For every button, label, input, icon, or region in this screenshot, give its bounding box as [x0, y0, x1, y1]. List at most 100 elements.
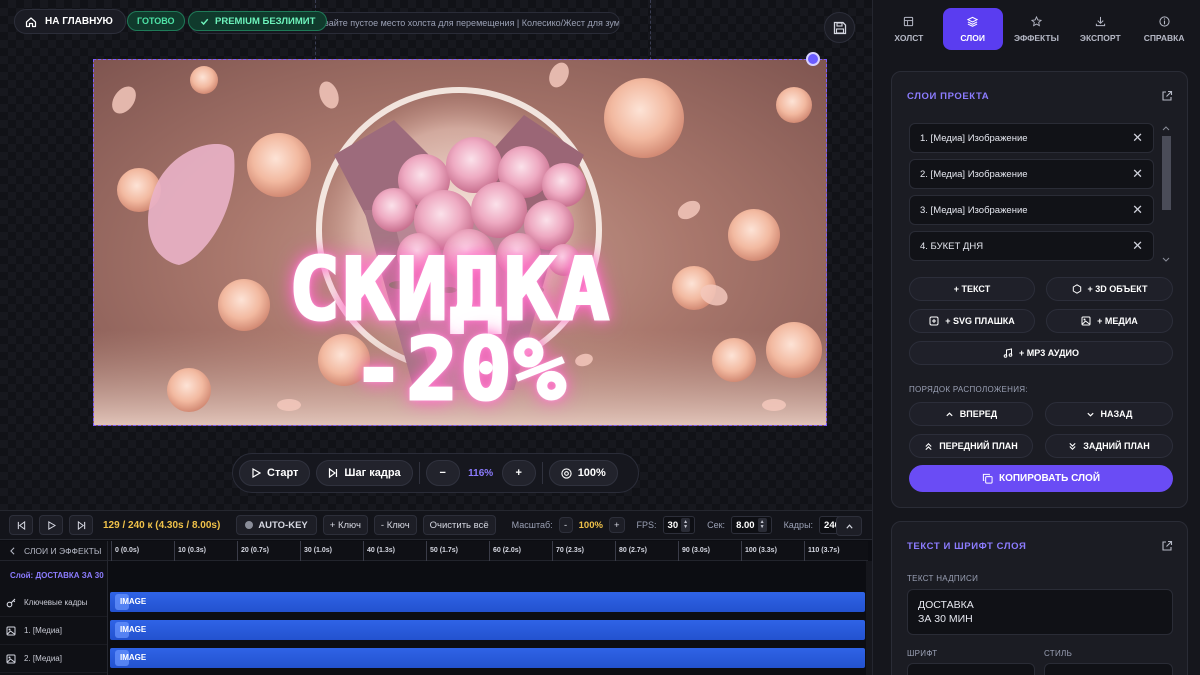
editor-workspace[interactable]: живайте пустое место холста для перемеще…: [0, 0, 872, 510]
fps-spinner-icon[interactable]: ▲ ▼: [681, 518, 691, 532]
scale-plus-button[interactable]: +: [608, 517, 625, 533]
timeline-row-label[interactable]: 1. [Медиа]: [0, 617, 107, 645]
close-icon[interactable]: ✕: [1132, 238, 1143, 254]
clear-all-button[interactable]: Очистить всё: [422, 515, 496, 535]
ruler-tick: 0 (0.0s): [111, 541, 139, 561]
canvas-title-line2[interactable]: -20%: [94, 324, 826, 417]
order-label: ПОРЯДОК РАСПОЛОЖЕНИЯ:: [909, 385, 1028, 394]
clear-all-label: Очистить всё: [429, 519, 489, 531]
seconds-spinner-icon[interactable]: ▲ ▼: [757, 518, 767, 532]
tab-layers[interactable]: СЛОИ: [942, 8, 1003, 50]
add-media-button[interactable]: + МЕДИА: [1046, 309, 1173, 333]
send-backward-button[interactable]: НАЗАД: [1045, 402, 1173, 426]
tab-effects[interactable]: ЭФФЕКТЫ: [1006, 8, 1066, 50]
layer-item-label: 1. [Медиа] Изображение: [920, 132, 1028, 144]
tab-label: СЛОИ: [960, 32, 985, 43]
skip-back-icon: [17, 520, 25, 530]
premium-badge: PREMIUM БЕЗЛИМИТ: [188, 11, 328, 31]
add-3d-object-button[interactable]: + 3D ОБЪЕКТ: [1046, 277, 1173, 301]
zoom-out-button[interactable]: −: [425, 460, 460, 486]
scale-minus-button[interactable]: -: [558, 517, 573, 533]
add-svg-button[interactable]: + SVG ПЛАШКА: [909, 309, 1035, 333]
save-button[interactable]: [824, 12, 855, 43]
ruler-tick: 20 (0.7s): [237, 541, 269, 561]
remove-key-button[interactable]: - Ключ: [373, 515, 417, 535]
home-button[interactable]: НА ГЛАВНУЮ: [14, 9, 126, 34]
send-backward-label: НАЗАД: [1100, 409, 1133, 419]
layer-item[interactable]: 2. [Медиа] Изображение ✕: [909, 159, 1154, 189]
play-button[interactable]: [39, 515, 63, 535]
seconds-label: Сек:: [707, 520, 726, 530]
send-to-back-button[interactable]: ЗАДНИЙ ПЛАН: [1045, 434, 1173, 458]
add-key-button[interactable]: + Ключ: [322, 515, 368, 535]
layer-item[interactable]: 3. [Медиа] Изображение ✕: [909, 195, 1154, 225]
add-3d-object-label: + 3D ОБЪЕКТ: [1087, 284, 1148, 294]
close-icon[interactable]: ✕: [1132, 130, 1143, 146]
layer-item-label: 4. БУКЕТ ДНЯ: [920, 240, 984, 252]
fit-100-button[interactable]: 100%: [548, 460, 618, 486]
timeline-row-label[interactable]: Ключевые кадры: [0, 589, 107, 617]
layers-effects-header[interactable]: СЛОИ И ЭФФЕКТЫ: [0, 541, 107, 561]
bring-forward-button[interactable]: ВПЕРЕД: [909, 402, 1033, 426]
collapse-timeline-button[interactable]: [836, 516, 862, 536]
tab-label: ЭФФЕКТЫ: [1014, 32, 1059, 43]
record-dot-icon: [245, 521, 254, 529]
tab-export[interactable]: ЭКСПОРТ: [1070, 8, 1130, 50]
playback-toolbar: Старт Шаг кадра − 116% + 100%: [232, 453, 639, 493]
chevron-left-icon: [10, 546, 15, 555]
remove-key-label: - Ключ: [380, 519, 410, 531]
skip-back-button[interactable]: [9, 515, 33, 535]
ruler-tick: 50 (1.7s): [426, 541, 458, 561]
step-frame-button[interactable]: Шаг кадра: [316, 460, 413, 486]
timeline-ruler[interactable]: 0 (0.0s) 10 (0.3s) 20 (0.7s) 30 (1.0s) 4…: [108, 541, 868, 561]
ruler-tick: 60 (2.0s): [489, 541, 521, 561]
current-layer-title: Слой: ДОСТАВКА ЗА 30: [10, 570, 104, 580]
track-label: IMAGE: [120, 597, 147, 606]
layers-scrollbar[interactable]: [1160, 124, 1172, 266]
seconds-value: 8.00: [736, 519, 755, 531]
properties-panel: ХОЛСТ СЛОИ ЭФФЕКТЫ ЭКСПОРТ СПРАВКА СЛОИ …: [872, 0, 1200, 675]
timeline-row-label[interactable]: 2. [Медиа]: [0, 645, 107, 673]
copy-layer-button[interactable]: КОПИРОВАТЬ СЛОЙ: [909, 465, 1173, 492]
canvas-rotate-handle[interactable]: [806, 52, 820, 66]
layer-item[interactable]: 1. [Медиа] Изображение ✕: [909, 123, 1154, 153]
seconds-input[interactable]: 8.00 ▲ ▼: [731, 516, 772, 534]
add-text-label: + ТЕКСТ: [953, 284, 991, 294]
timeline-track[interactable]: IMAGE: [110, 592, 865, 612]
fit-100-label: 100%: [577, 467, 606, 479]
layer-item[interactable]: 4. БУКЕТ ДНЯ ✕: [909, 231, 1154, 261]
timeline-track[interactable]: IMAGE: [110, 620, 865, 640]
canvas-icon: [904, 16, 914, 26]
hint-text: живайте пустое место холста для перемеще…: [313, 18, 620, 28]
auto-key-toggle[interactable]: AUTO-KEY: [236, 515, 317, 535]
close-icon[interactable]: ✕: [1132, 166, 1143, 182]
add-square-icon: [929, 316, 939, 326]
add-audio-button[interactable]: + MP3 АУДИО: [909, 341, 1173, 365]
close-icon[interactable]: ✕: [1132, 202, 1143, 218]
bring-to-front-button[interactable]: ПЕРЕДНИЙ ПЛАН: [909, 434, 1033, 458]
tab-help[interactable]: СПРАВКА: [1134, 8, 1194, 50]
timeline-track[interactable]: IMAGE: [110, 648, 865, 668]
layer-text-input[interactable]: ДОСТАВКА ЗА 30 МИН: [907, 589, 1173, 635]
target-icon: [561, 467, 572, 479]
add-text-button[interactable]: + ТЕКСТ: [909, 277, 1035, 301]
style-select[interactable]: [1044, 663, 1173, 675]
add-media-label: + МЕДИА: [1097, 316, 1138, 326]
play-icon: [252, 468, 261, 478]
tab-canvas[interactable]: ХОЛСТ: [879, 8, 939, 50]
external-link-icon[interactable]: [1161, 540, 1173, 552]
skip-forward-button[interactable]: [69, 515, 93, 535]
font-select[interactable]: [907, 663, 1035, 675]
start-button[interactable]: Старт: [239, 460, 311, 486]
zoom-in-label: +: [515, 467, 522, 479]
ruler-tick: 100 (3.3s): [741, 541, 777, 561]
zoom-in-button[interactable]: +: [501, 460, 536, 486]
project-canvas[interactable]: СКИДКА -20%: [93, 59, 827, 426]
copy-icon: [982, 473, 993, 484]
add-svg-label: + SVG ПЛАШКА: [945, 316, 1015, 326]
timeline-layer-list: СЛОИ И ЭФФЕКТЫ Слой: ДОСТАВКА ЗА 30 Ключ…: [0, 541, 108, 675]
card-title: ТЕКСТ И ШРИФТ СЛОЯ: [907, 541, 1027, 552]
zoom-level: 116%: [468, 467, 494, 479]
external-link-icon[interactable]: [1161, 90, 1173, 102]
fps-input[interactable]: 30 ▲ ▼: [662, 516, 696, 534]
